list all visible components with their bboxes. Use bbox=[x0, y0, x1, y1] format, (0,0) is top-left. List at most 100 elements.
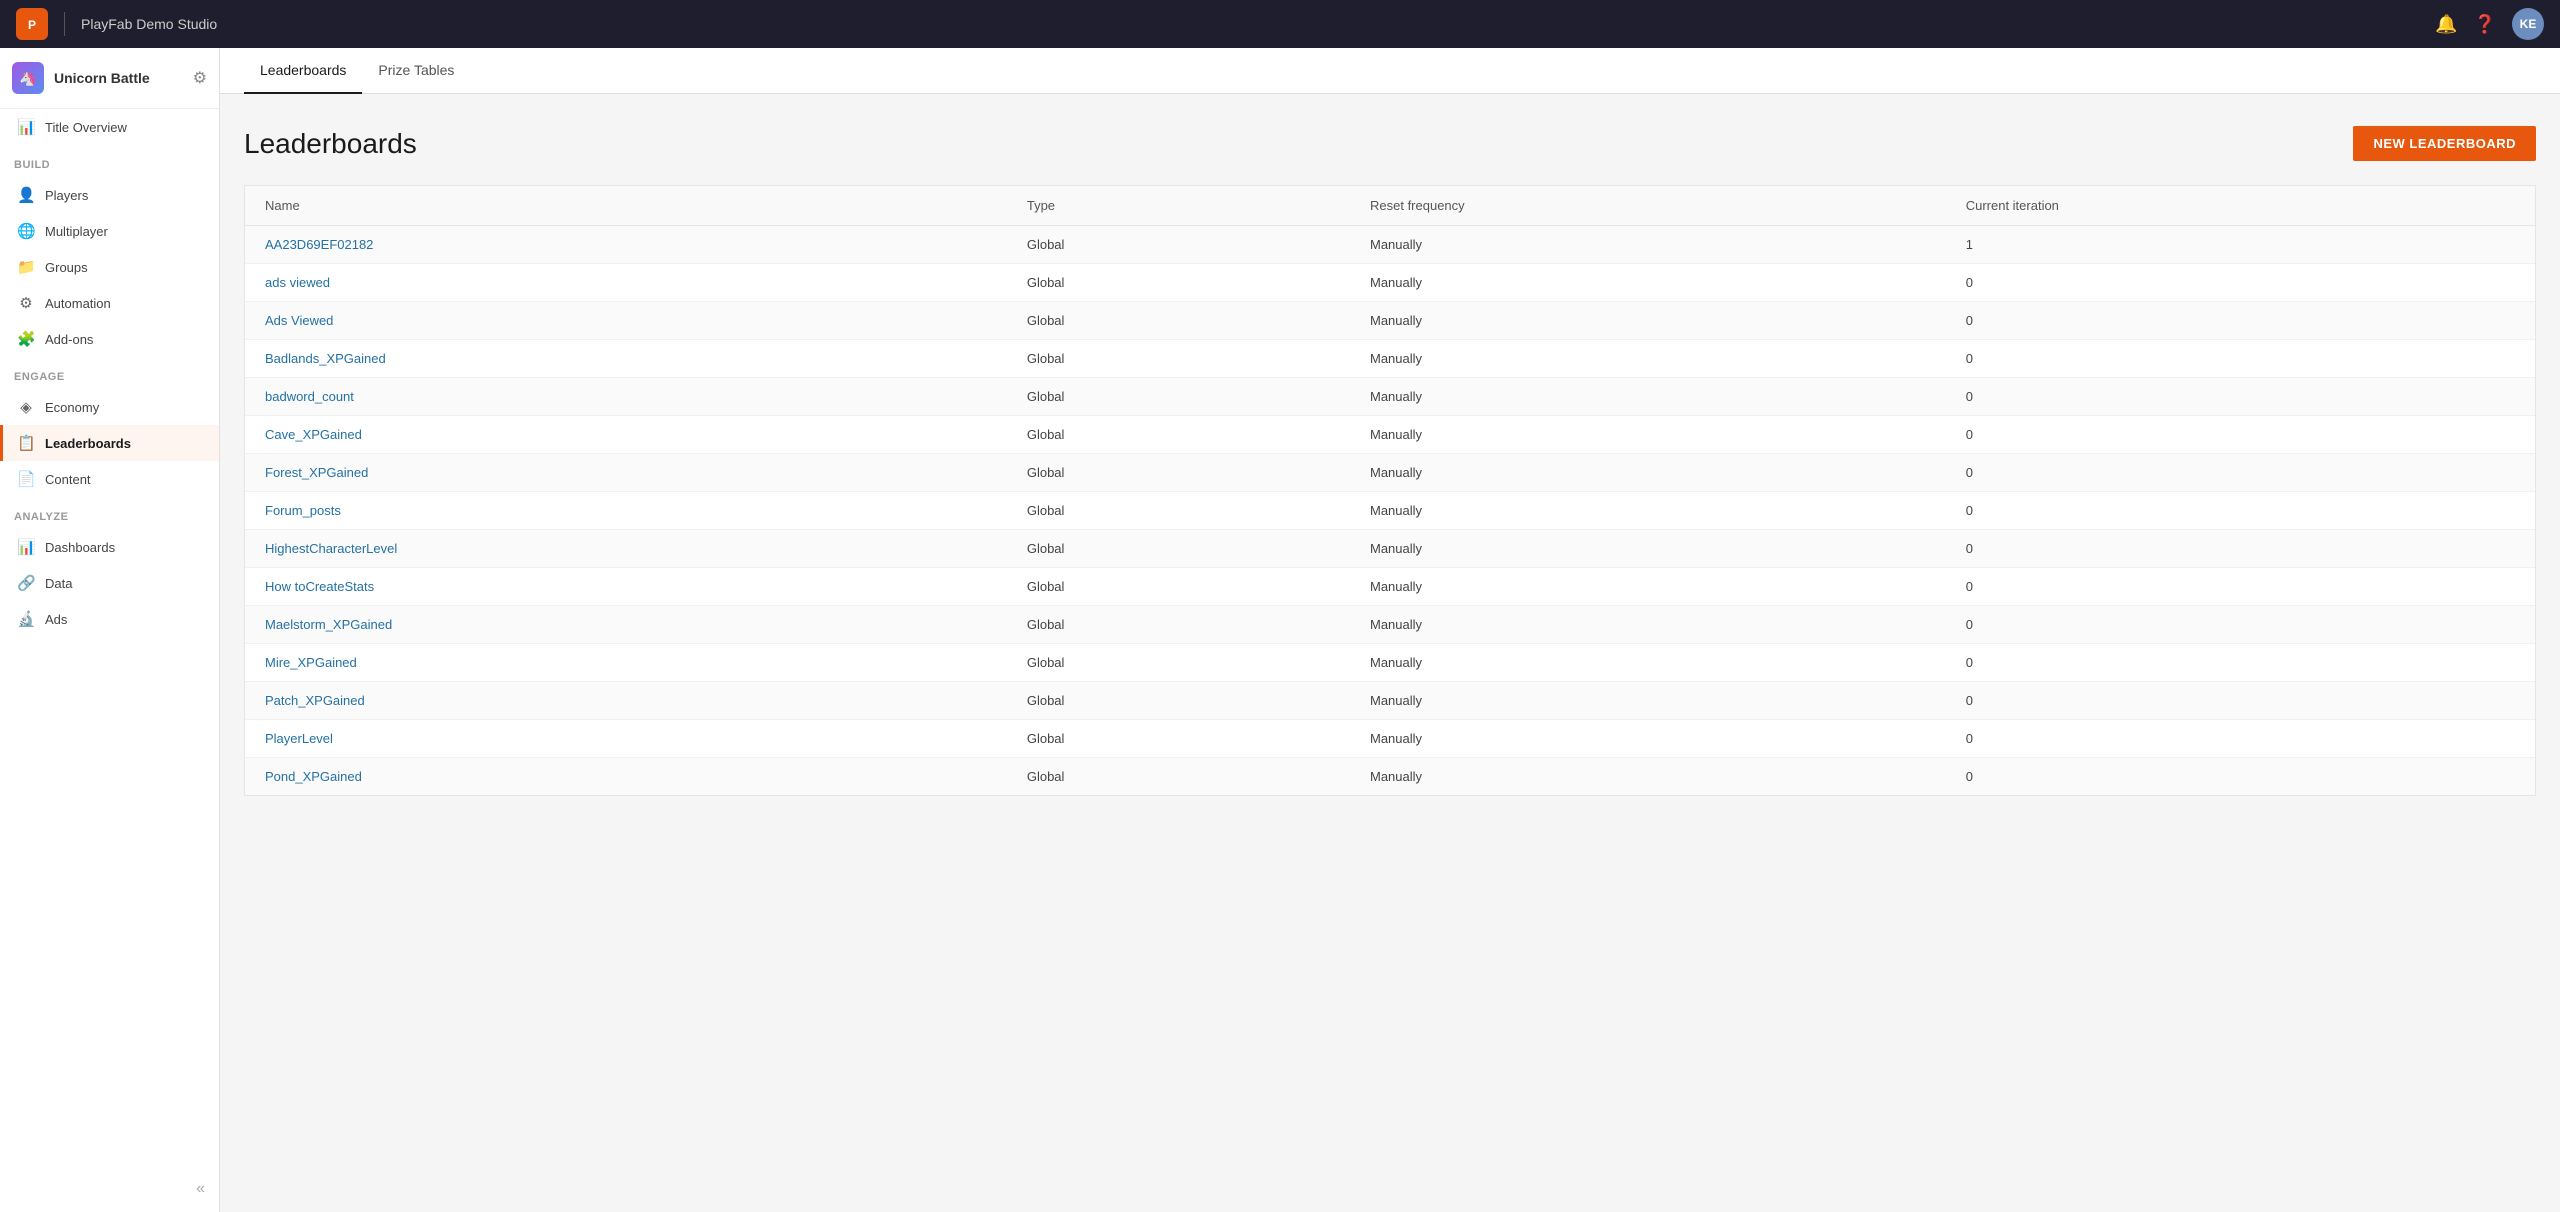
sidebar-item-content[interactable]: 📄 Content bbox=[0, 461, 219, 497]
sidebar-item-multiplayer[interactable]: 🌐 Multiplayer bbox=[0, 213, 219, 249]
sidebar-collapse-button[interactable]: « bbox=[0, 1166, 219, 1212]
ads-icon: 🔬 bbox=[17, 610, 35, 628]
leaderboard-link[interactable]: AA23D69EF02182 bbox=[265, 237, 373, 252]
cell-type: Global bbox=[1007, 758, 1350, 796]
table-row: Maelstorm_XPGained Global Manually 0 bbox=[245, 606, 2535, 644]
cell-type: Global bbox=[1007, 416, 1350, 454]
brand-settings-icon[interactable]: ⚙ bbox=[193, 68, 207, 88]
leaderboard-link[interactable]: Maelstorm_XPGained bbox=[265, 617, 392, 632]
leaderboard-link[interactable]: badword_count bbox=[265, 389, 354, 404]
addons-icon: 🧩 bbox=[17, 330, 35, 348]
cell-current-iteration: 0 bbox=[1946, 568, 2535, 606]
cell-reset-frequency: Manually bbox=[1350, 454, 1946, 492]
sidebar-section-engage: ENGAGE bbox=[0, 357, 219, 389]
sidebar-item-multiplayer-label: Multiplayer bbox=[45, 224, 108, 239]
cell-name: Mire_XPGained bbox=[245, 644, 1007, 682]
leaderboard-link[interactable]: Badlands_XPGained bbox=[265, 351, 386, 366]
sidebar-section-analyze: ANALYZE bbox=[0, 497, 219, 529]
sidebar-item-leaderboards[interactable]: 📋 Leaderboards bbox=[0, 425, 219, 461]
cell-reset-frequency: Manually bbox=[1350, 340, 1946, 378]
main-layout: 🦄 Unicorn Battle ⚙ 📊 Title Overview BUIL… bbox=[0, 48, 2560, 1212]
cell-current-iteration: 0 bbox=[1946, 302, 2535, 340]
sidebar-item-groups-label: Groups bbox=[45, 260, 88, 275]
leaderboard-link[interactable]: Mire_XPGained bbox=[265, 655, 357, 670]
sidebar-item-economy-label: Economy bbox=[45, 400, 99, 415]
brand-icon: 🦄 bbox=[12, 62, 44, 94]
page-header: Leaderboards NEW LEADERBOARD bbox=[244, 126, 2536, 161]
topbar: P PlayFab Demo Studio 🔔 ❓ KE bbox=[0, 0, 2560, 48]
sidebar-item-title-overview[interactable]: 📊 Title Overview bbox=[0, 109, 219, 145]
sidebar-item-ads-label: Ads bbox=[45, 612, 67, 627]
table-row: PlayerLevel Global Manually 0 bbox=[245, 720, 2535, 758]
user-avatar[interactable]: KE bbox=[2512, 8, 2544, 40]
table-row: Pond_XPGained Global Manually 0 bbox=[245, 758, 2535, 796]
leaderboard-link[interactable]: PlayerLevel bbox=[265, 731, 333, 746]
cell-current-iteration: 0 bbox=[1946, 530, 2535, 568]
cell-name: Pond_XPGained bbox=[245, 758, 1007, 796]
notification-icon[interactable]: 🔔 bbox=[2435, 14, 2457, 35]
sidebar-item-data[interactable]: 🔗 Data bbox=[0, 565, 219, 601]
table-row: Ads Viewed Global Manually 0 bbox=[245, 302, 2535, 340]
app-logo: P bbox=[16, 8, 48, 40]
sidebar-item-players[interactable]: 👤 Players bbox=[0, 177, 219, 213]
cell-reset-frequency: Manually bbox=[1350, 682, 1946, 720]
leaderboard-link[interactable]: Pond_XPGained bbox=[265, 769, 362, 784]
table-row: ads viewed Global Manually 0 bbox=[245, 264, 2535, 302]
leaderboard-link[interactable]: Cave_XPGained bbox=[265, 427, 362, 442]
cell-name: ads viewed bbox=[245, 264, 1007, 302]
cell-reset-frequency: Manually bbox=[1350, 530, 1946, 568]
sidebar-item-automation-label: Automation bbox=[45, 296, 111, 311]
cell-reset-frequency: Manually bbox=[1350, 568, 1946, 606]
leaderboard-link[interactable]: Forest_XPGained bbox=[265, 465, 368, 480]
tab-prize-tables[interactable]: Prize Tables bbox=[362, 48, 470, 94]
leaderboard-link[interactable]: Ads Viewed bbox=[265, 313, 333, 328]
table-row: Patch_XPGained Global Manually 0 bbox=[245, 682, 2535, 720]
cell-reset-frequency: Manually bbox=[1350, 492, 1946, 530]
cell-name: Cave_XPGained bbox=[245, 416, 1007, 454]
sidebar-section-build: BUILD bbox=[0, 145, 219, 177]
table-row: badword_count Global Manually 0 bbox=[245, 378, 2535, 416]
cell-current-iteration: 0 bbox=[1946, 416, 2535, 454]
topbar-actions: 🔔 ❓ KE bbox=[2435, 8, 2544, 40]
cell-type: Global bbox=[1007, 302, 1350, 340]
cell-name: Patch_XPGained bbox=[245, 682, 1007, 720]
sidebar-item-dashboards[interactable]: 📊 Dashboards bbox=[0, 529, 219, 565]
cell-current-iteration: 0 bbox=[1946, 492, 2535, 530]
cell-reset-frequency: Manually bbox=[1350, 302, 1946, 340]
cell-name: Forest_XPGained bbox=[245, 454, 1007, 492]
leaderboards-table: Name Type Reset frequency Current iterat… bbox=[245, 186, 2535, 795]
help-icon[interactable]: ❓ bbox=[2474, 14, 2496, 35]
data-icon: 🔗 bbox=[17, 574, 35, 592]
table-body: AA23D69EF02182 Global Manually 1 ads vie… bbox=[245, 226, 2535, 796]
sidebar-brand: 🦄 Unicorn Battle ⚙ bbox=[0, 48, 219, 109]
cell-type: Global bbox=[1007, 378, 1350, 416]
bar-chart-icon: 📊 bbox=[17, 118, 35, 136]
cell-current-iteration: 0 bbox=[1946, 378, 2535, 416]
sidebar-item-automation[interactable]: ⚙ Automation bbox=[0, 285, 219, 321]
col-name: Name bbox=[245, 186, 1007, 226]
leaderboard-link[interactable]: ads viewed bbox=[265, 275, 330, 290]
table-row: HighestCharacterLevel Global Manually 0 bbox=[245, 530, 2535, 568]
sidebar-item-ads[interactable]: 🔬 Ads bbox=[0, 601, 219, 637]
sidebar-item-addons[interactable]: 🧩 Add-ons bbox=[0, 321, 219, 357]
leaderboards-icon: 📋 bbox=[17, 434, 35, 452]
topbar-divider bbox=[64, 12, 65, 36]
cell-current-iteration: 0 bbox=[1946, 682, 2535, 720]
sidebar-item-economy[interactable]: ◈ Economy bbox=[0, 389, 219, 425]
tab-leaderboards[interactable]: Leaderboards bbox=[244, 48, 362, 94]
sidebar-item-groups[interactable]: 📁 Groups bbox=[0, 249, 219, 285]
cell-current-iteration: 0 bbox=[1946, 758, 2535, 796]
economy-icon: ◈ bbox=[17, 398, 35, 416]
sidebar-item-data-label: Data bbox=[45, 576, 72, 591]
cell-type: Global bbox=[1007, 644, 1350, 682]
new-leaderboard-button[interactable]: NEW LEADERBOARD bbox=[2353, 126, 2536, 161]
leaderboard-link[interactable]: Patch_XPGained bbox=[265, 693, 365, 708]
sidebar-item-label: Title Overview bbox=[45, 120, 127, 135]
cell-name: Badlands_XPGained bbox=[245, 340, 1007, 378]
leaderboard-link[interactable]: HighestCharacterLevel bbox=[265, 541, 397, 556]
table-row: Badlands_XPGained Global Manually 0 bbox=[245, 340, 2535, 378]
topbar-studio-title: PlayFab Demo Studio bbox=[81, 16, 2423, 32]
leaderboard-link[interactable]: Forum_posts bbox=[265, 503, 341, 518]
leaderboard-link[interactable]: How toCreateStats bbox=[265, 579, 374, 594]
dashboards-icon: 📊 bbox=[17, 538, 35, 556]
